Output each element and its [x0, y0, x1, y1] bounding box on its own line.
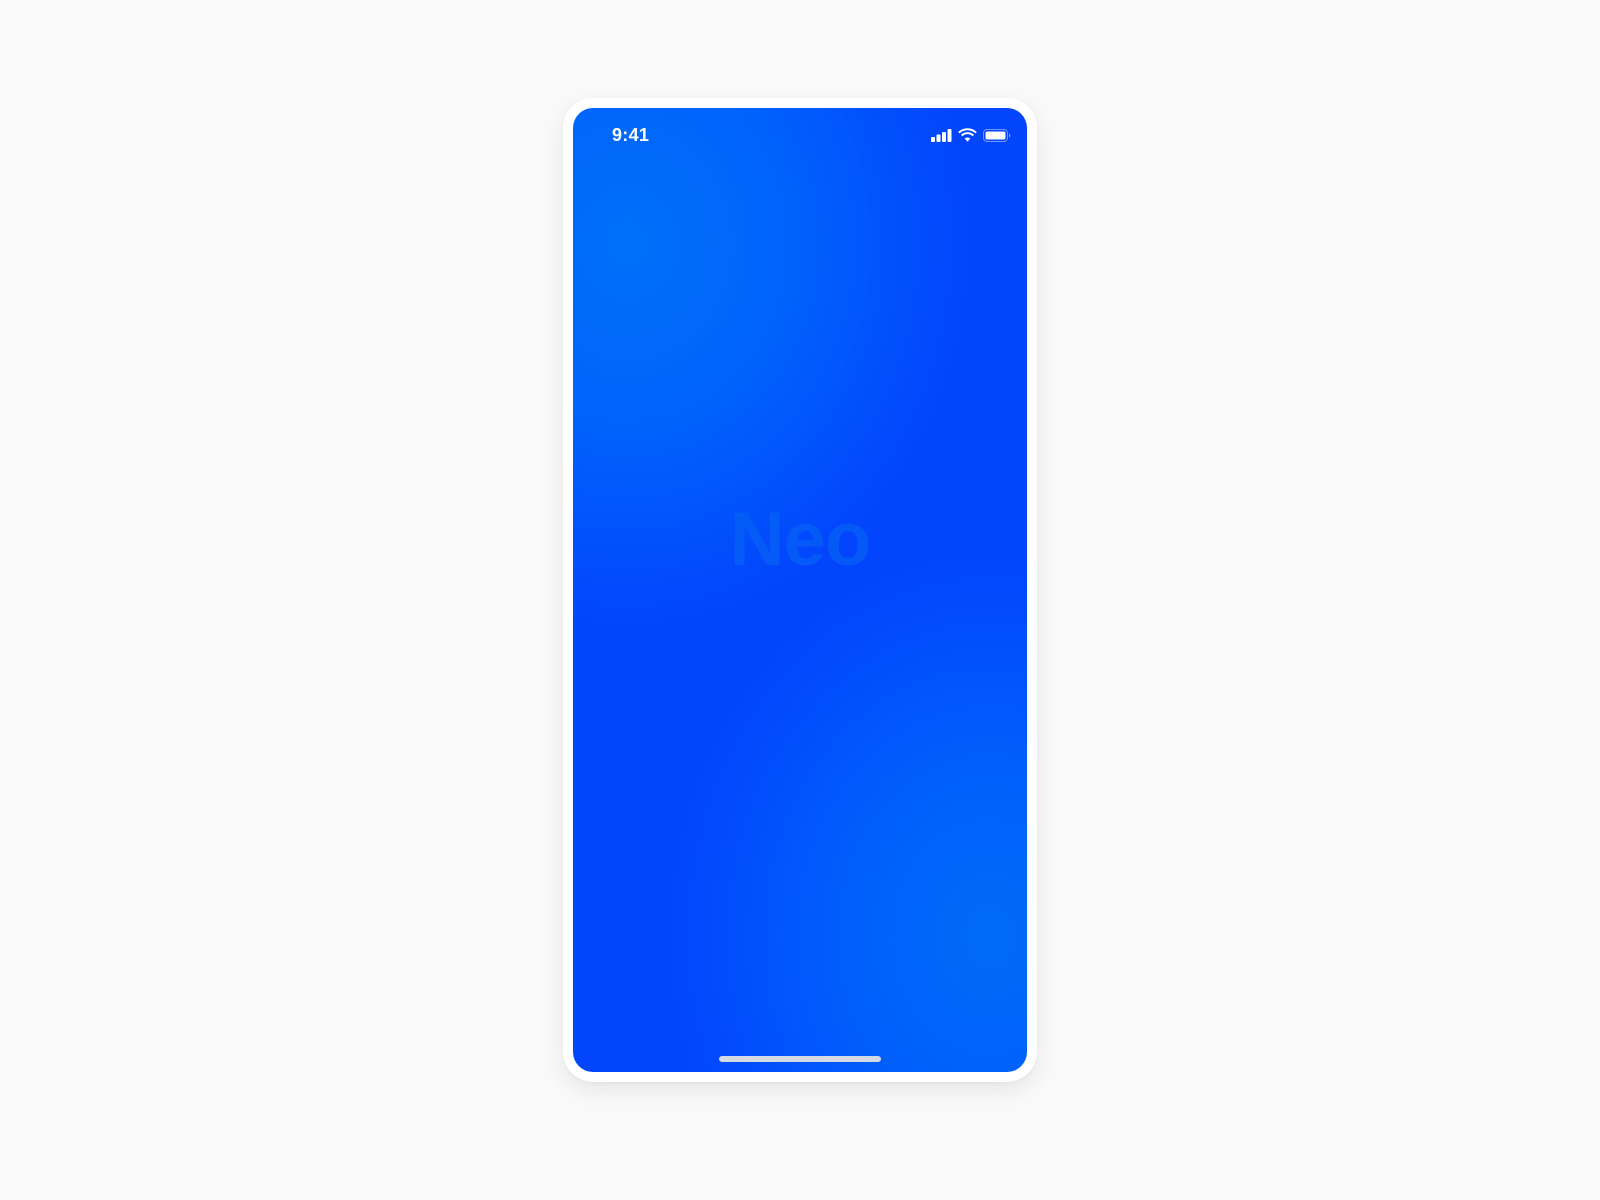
splash-screen: 9:41 Neo	[573, 108, 1027, 1072]
phone-frame: 9:41 Neo	[563, 98, 1037, 1082]
canvas: 9:41 Neo	[0, 0, 1600, 1200]
status-bar: 9:41	[573, 108, 1027, 164]
brand-logo-text: Neo	[729, 497, 872, 582]
cellular-signal-icon	[931, 128, 952, 142]
battery-icon	[983, 128, 1011, 142]
wifi-icon	[958, 128, 977, 142]
status-icons	[931, 128, 1011, 142]
status-time: 9:41	[612, 125, 650, 145]
home-indicator[interactable]	[719, 1056, 881, 1062]
